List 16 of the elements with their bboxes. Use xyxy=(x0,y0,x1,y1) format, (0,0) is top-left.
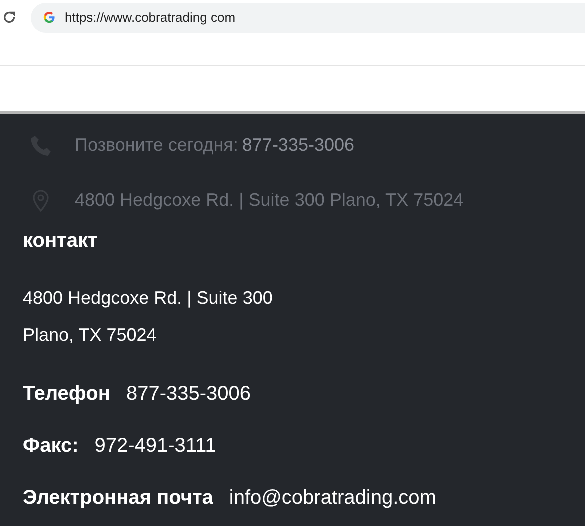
url-text: https://www.cobratrading com xyxy=(65,10,236,25)
address-line: Plano, TX 75024 xyxy=(23,324,158,347)
contact-label: Телефон xyxy=(23,382,110,406)
phone-link[interactable]: 877-335-3006 xyxy=(242,135,355,156)
contact-text: Позвоните сегодня: xyxy=(75,135,238,156)
contact-text: 4800 Hedgcoxe Rd. | Suite 300 Plano, TX 75024 xyxy=(75,190,464,211)
contact-label: Электронная почта xyxy=(23,486,214,510)
contact-label: Факс: xyxy=(23,434,79,458)
contact-value: 877-335-3006 xyxy=(126,382,252,406)
contact-value: info@cobratrading.com xyxy=(229,486,436,510)
address-line: 4800 Hedgcoxe Rd. | Suite 300 xyxy=(23,287,274,310)
section-heading: контакт xyxy=(23,230,99,254)
google-icon xyxy=(43,11,56,24)
reload-icon[interactable] xyxy=(2,10,17,25)
contact-value: 972-491-3111 xyxy=(94,434,216,458)
address-bar[interactable]: https://www.cobratrading com xyxy=(31,2,585,32)
